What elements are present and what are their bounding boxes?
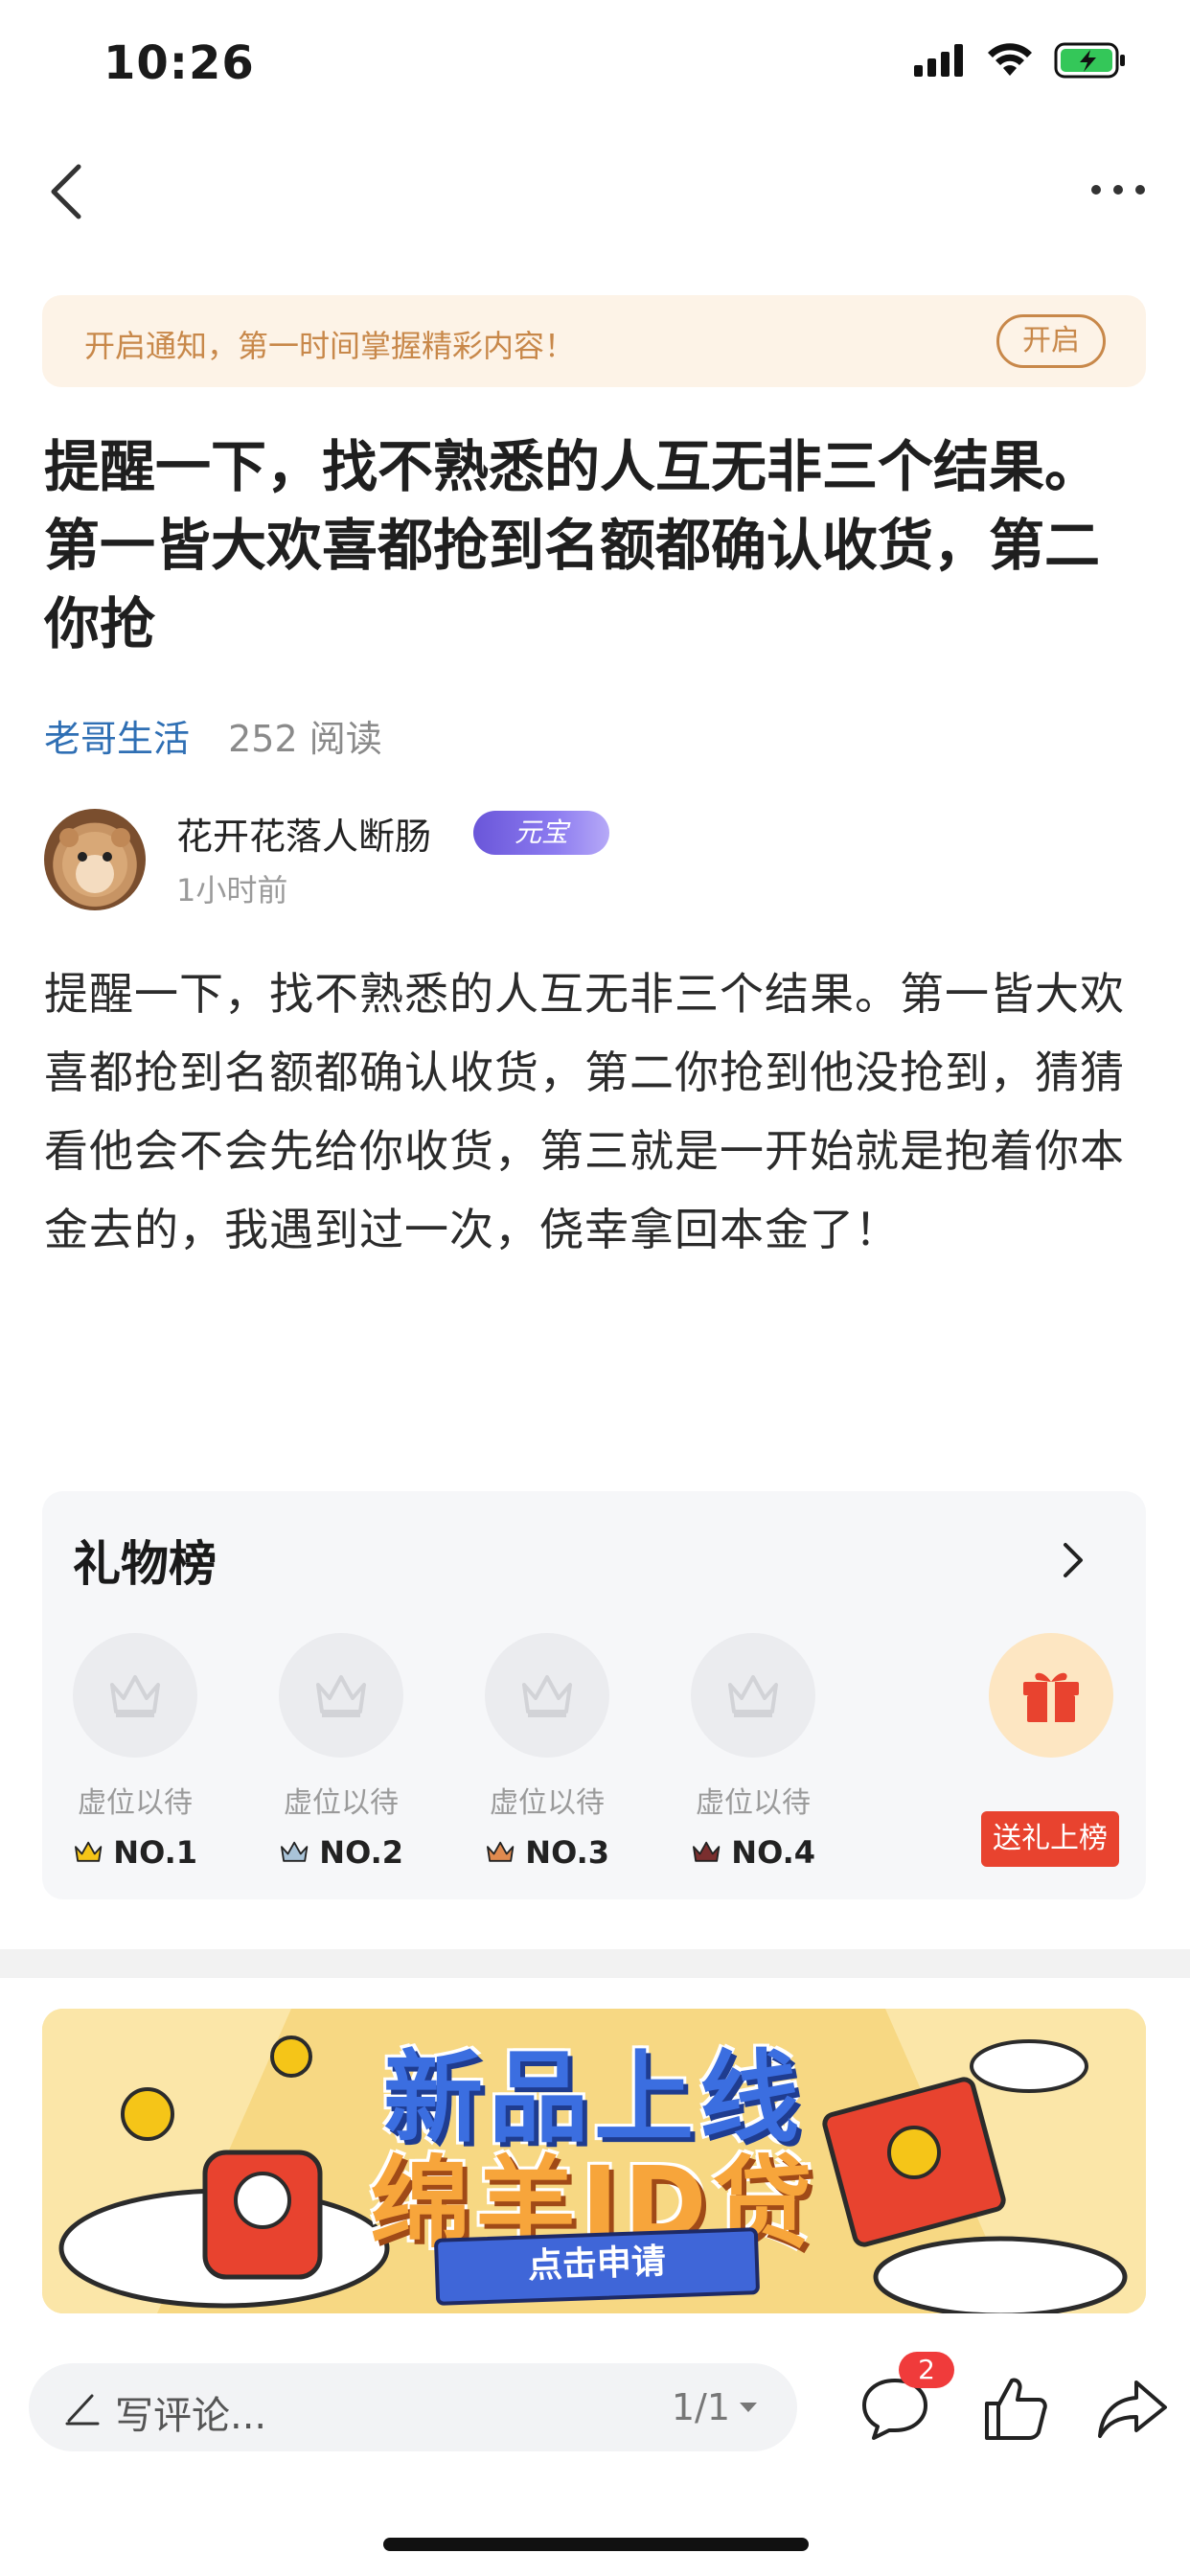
- comment-count-badge: 2: [899, 2352, 954, 2388]
- author-avatar[interactable]: [44, 809, 146, 910]
- slot-label: 虚位以待: [696, 1786, 811, 1820]
- page-number: 1/1: [671, 2386, 730, 2428]
- gift-slot-3[interactable]: 虚位以待 NO.3: [485, 1633, 609, 1871]
- wifi-icon: [988, 43, 1032, 76]
- share-arrow-icon[interactable]: [1092, 2367, 1173, 2448]
- comment-input[interactable]: 写评论... 1/1: [29, 2363, 797, 2451]
- gift-board-title: 礼物榜: [73, 1536, 217, 1592]
- category-link[interactable]: 老哥生活: [44, 718, 190, 760]
- empty-slot-circle: [691, 1633, 815, 1758]
- pencil-icon: [65, 2394, 100, 2426]
- bronze-crown-icon: [487, 1841, 515, 1862]
- rank-label: NO.2: [319, 1834, 403, 1871]
- send-gift-icon-button[interactable]: [989, 1633, 1113, 1758]
- gift-box-icon: [1023, 1672, 1079, 1722]
- silver-crown-icon: [281, 1841, 309, 1862]
- crown-outline-icon: [522, 1675, 572, 1717]
- ad-banner[interactable]: 新品上线 绵羊ID贷 点击申请: [42, 2009, 1146, 2313]
- gift-slot-4[interactable]: 虚位以待 NO.4: [691, 1633, 815, 1871]
- rank-label: NO.3: [525, 1834, 609, 1871]
- notification-banner: 开启通知，第一时间掌握精彩内容！ 开启: [42, 295, 1146, 387]
- back-chevron-icon[interactable]: [38, 153, 96, 230]
- read-count: 252 阅读: [228, 718, 382, 760]
- chevron-right-icon[interactable]: [1058, 1539, 1087, 1581]
- article-body: 提醒一下，找不熟悉的人互无非三个结果。第一皆大欢喜都抢到名额都确认收货，第二你抢…: [44, 968, 1125, 1255]
- gift-slot-1[interactable]: 虚位以待 NO.1: [73, 1633, 197, 1871]
- page-indicator[interactable]: 1/1: [672, 2386, 759, 2428]
- post-time: 1小时前: [176, 872, 288, 908]
- slot-label: 虚位以待: [490, 1786, 605, 1820]
- battery-charging-icon: [1054, 42, 1125, 79]
- ad-cta-button[interactable]: 点击申请: [433, 2227, 761, 2306]
- status-icons: [914, 42, 1127, 79]
- article-title: 提醒一下，找不熟悉的人互无非三个结果。第一皆大欢喜都抢到名额都确认收货，第二你抢: [44, 434, 1101, 656]
- send-gift-button[interactable]: 送礼上榜: [981, 1811, 1119, 1867]
- article-meta: 老哥生活 252 阅读: [44, 709, 382, 762]
- like-thumb-icon[interactable]: [975, 2367, 1056, 2448]
- empty-slot-circle: [485, 1633, 609, 1758]
- crown-outline-icon: [728, 1675, 778, 1717]
- empty-slot-circle: [279, 1633, 403, 1758]
- enable-notification-button[interactable]: 开启: [996, 314, 1106, 368]
- empty-slot-circle: [73, 1633, 197, 1758]
- cellular-signal-icon: [914, 44, 963, 77]
- section-divider: [0, 1949, 1190, 1978]
- gift-slot-2[interactable]: 虚位以待 NO.2: [279, 1633, 403, 1871]
- dark-crown-icon: [693, 1841, 721, 1862]
- comment-placeholder: 写评论...: [115, 2394, 267, 2438]
- gold-crown-icon: [75, 1841, 103, 1862]
- gift-leaderboard: 礼物榜 虚位以待 NO.1 虚位以待 NO.2 虚位以待 NO.3 虚位以待 N…: [42, 1491, 1146, 1899]
- crown-outline-icon: [110, 1675, 160, 1717]
- rank-label: NO.4: [731, 1834, 815, 1871]
- home-indicator: [383, 2538, 809, 2551]
- slot-label: 虚位以待: [284, 1786, 399, 1820]
- more-options-icon[interactable]: [1085, 161, 1152, 218]
- crown-outline-icon: [316, 1675, 366, 1717]
- slot-label: 虚位以待: [78, 1786, 193, 1820]
- rank-no1: NO.1: [73, 1834, 197, 1871]
- rank-no2: NO.2: [279, 1834, 403, 1871]
- caret-down-icon: [740, 2403, 757, 2412]
- author-badge: 元宝: [473, 811, 609, 855]
- status-time: 10:26: [103, 36, 255, 90]
- hamster-avatar-icon: [59, 828, 130, 897]
- notification-text: 开启通知，第一时间掌握精彩内容！: [84, 328, 576, 364]
- author-name[interactable]: 花开花落人断肠: [176, 807, 431, 860]
- rank-no4: NO.4: [691, 1834, 815, 1871]
- rank-no3: NO.3: [485, 1834, 609, 1871]
- rank-label: NO.1: [113, 1834, 197, 1871]
